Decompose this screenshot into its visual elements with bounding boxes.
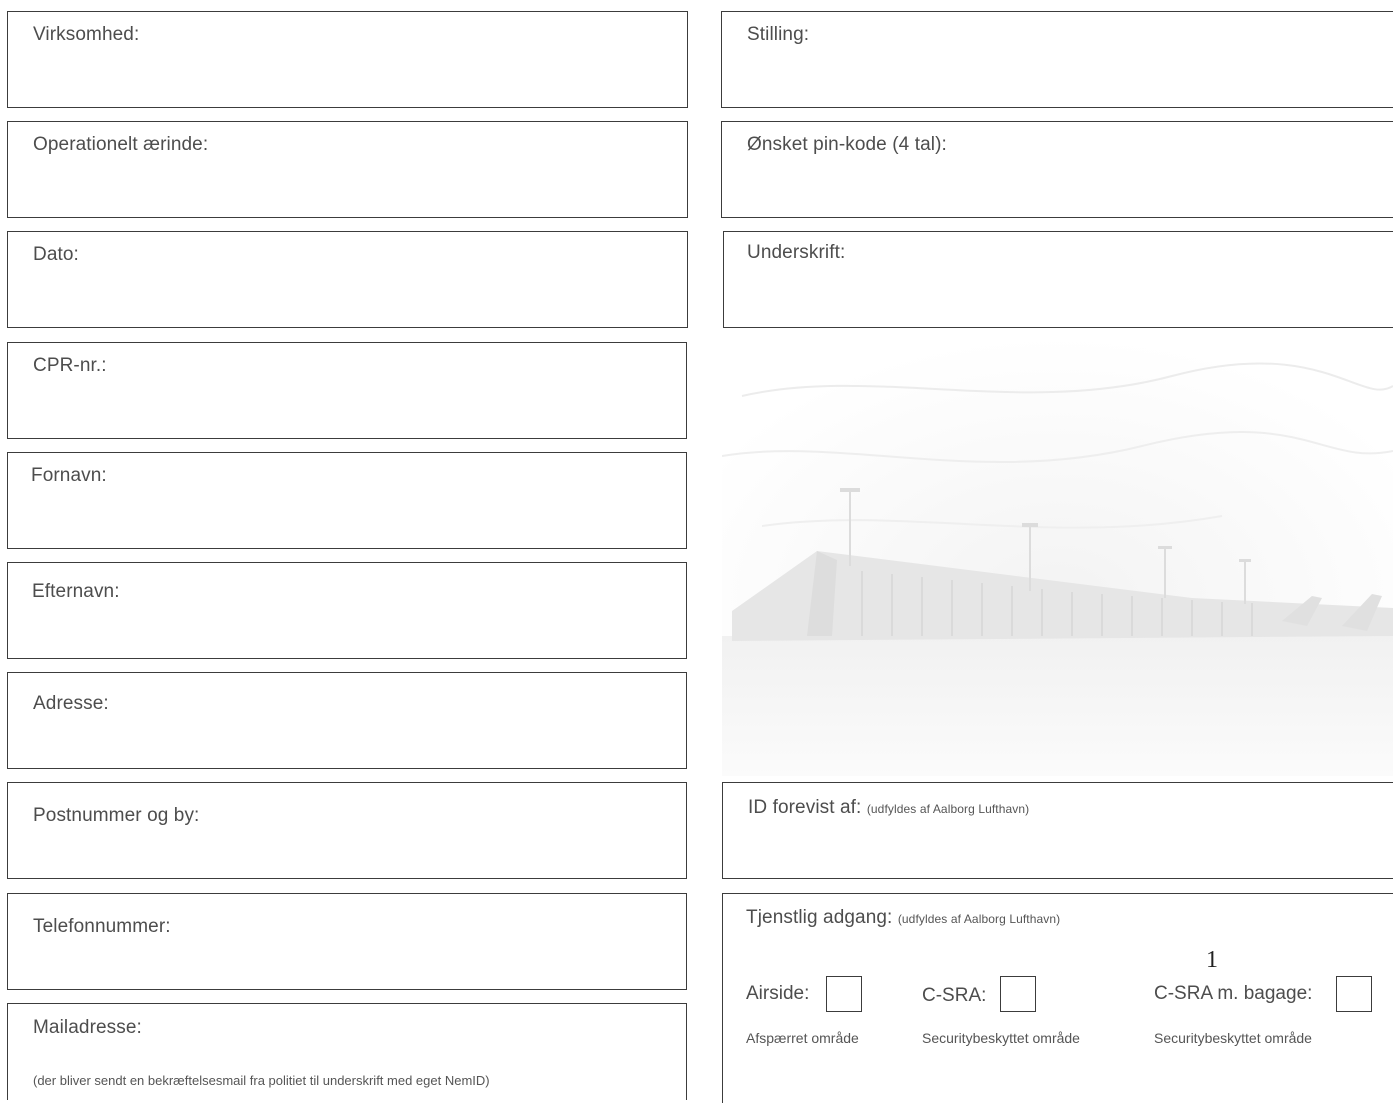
field-mailadresse[interactable]: Mailadresse: (der bliver sendt en bekræf… xyxy=(7,1003,687,1100)
airside-checkbox[interactable] xyxy=(826,976,862,1012)
airside-label: Airside: xyxy=(746,983,810,1004)
field-virksomhed[interactable]: Virksomhed: xyxy=(7,11,688,108)
field-label: Postnummer og by: xyxy=(33,805,200,826)
field-label: Ønsket pin-kode (4 tal): xyxy=(747,134,947,155)
field-dato[interactable]: Dato: xyxy=(7,231,688,328)
field-label: ID forevist af: (udfyldes af Aalborg Luf… xyxy=(748,797,1029,819)
field-fornavn[interactable]: Fornavn: xyxy=(7,452,687,549)
access-note: (udfyldes af Aalborg Lufthavn) xyxy=(897,912,1061,926)
field-operationelt-aerinde[interactable]: Operationelt ærinde: xyxy=(7,121,688,218)
c-sra-bagage-checkbox[interactable] xyxy=(1336,976,1372,1012)
c-sra-bagage-label: C-SRA m. bagage: xyxy=(1154,983,1313,1004)
field-id-forevist[interactable]: ID forevist af: (udfyldes af Aalborg Luf… xyxy=(722,782,1393,879)
field-telefonnummer[interactable]: Telefonnummer: xyxy=(7,893,687,990)
field-label: Stilling: xyxy=(747,24,810,45)
airport-terminal-illustration xyxy=(722,336,1393,776)
id-forevist-note: (udfyldes af Aalborg Lufthavn) xyxy=(866,802,1030,816)
field-stilling[interactable]: Stilling: xyxy=(721,11,1393,108)
c-sra-checkbox[interactable] xyxy=(1000,976,1036,1012)
c-sra-bagage-desc: Securitybeskyttet område xyxy=(1154,1030,1312,1046)
c-sra-desc: Securitybeskyttet område xyxy=(922,1030,1080,1046)
field-label: Mailadresse: xyxy=(33,1017,142,1038)
field-adresse[interactable]: Adresse: xyxy=(7,672,687,769)
field-label: Fornavn: xyxy=(31,465,107,486)
field-label: Virksomhed: xyxy=(33,24,140,45)
field-label: Efternavn: xyxy=(32,581,120,602)
field-postnummer-og-by[interactable]: Postnummer og by: xyxy=(7,782,687,879)
field-efternavn[interactable]: Efternavn: xyxy=(7,562,687,659)
page-number: 1 xyxy=(1206,947,1218,973)
field-underskrift[interactable]: Underskrift: xyxy=(723,231,1393,328)
field-label: Adresse: xyxy=(33,693,109,714)
field-label: Operationelt ærinde: xyxy=(33,134,209,155)
field-label: Dato: xyxy=(33,244,79,265)
field-cpr-nr[interactable]: CPR-nr.: xyxy=(7,342,687,439)
access-label: Tjenstlig adgang: xyxy=(746,907,893,928)
field-tjenstlig-adgang: Tjenstlig adgang: (udfyldes af Aalborg L… xyxy=(722,893,1393,1103)
field-pin-kode[interactable]: Ønsket pin-kode (4 tal): xyxy=(721,121,1393,218)
field-label: CPR-nr.: xyxy=(33,355,107,376)
c-sra-label: C-SRA: xyxy=(922,985,987,1006)
field-label: Tjenstlig adgang: (udfyldes af Aalborg L… xyxy=(746,907,1060,929)
id-forevist-label: ID forevist af: xyxy=(748,797,862,818)
field-hint: (der bliver sendt en bekræftelsesmail fr… xyxy=(33,1073,490,1088)
field-label: Underskrift: xyxy=(747,242,846,263)
airside-desc: Afspærret område xyxy=(746,1030,859,1046)
field-label: Telefonnummer: xyxy=(33,916,171,937)
